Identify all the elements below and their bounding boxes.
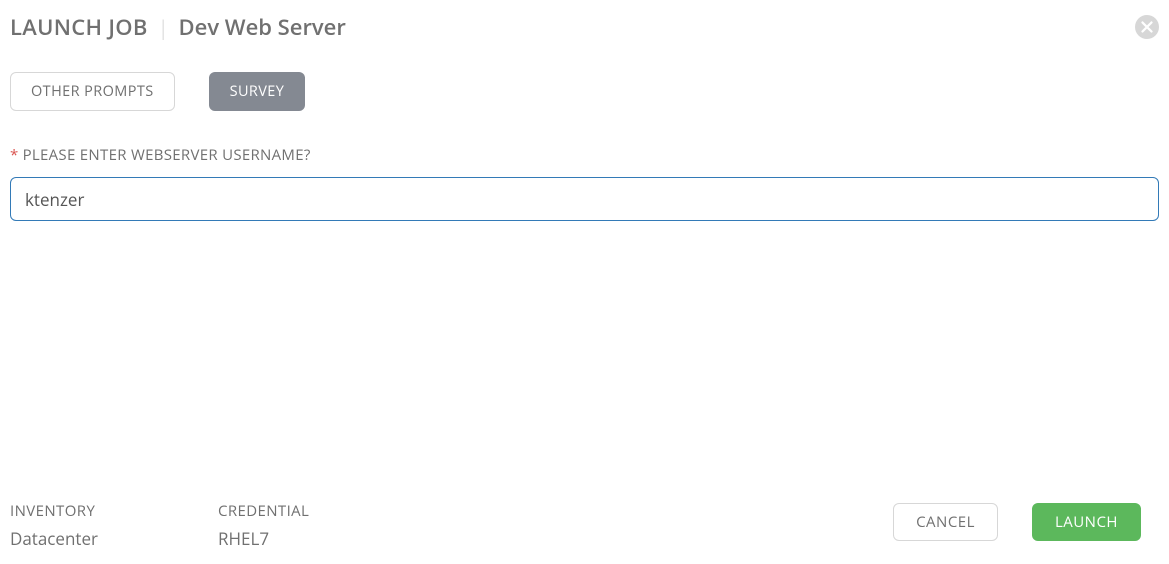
- survey-field-username: * PLEASE ENTER WEBSERVER USERNAME?: [10, 145, 1159, 221]
- username-label: PLEASE ENTER WEBSERVER USERNAME?: [23, 145, 311, 165]
- cancel-button[interactable]: CANCEL: [893, 503, 998, 541]
- tabs: OTHER PROMPTS SURVEY: [10, 72, 1159, 111]
- inventory-value: Datacenter: [10, 527, 98, 550]
- action-group: CANCEL LAUNCH: [893, 501, 1141, 541]
- title-main: LAUNCH JOB: [10, 12, 148, 42]
- credential-label: CREDENTIAL: [218, 501, 309, 521]
- tab-other-prompts[interactable]: OTHER PROMPTS: [10, 72, 175, 111]
- username-input[interactable]: [10, 177, 1159, 221]
- meta-inventory: INVENTORY Datacenter: [10, 501, 98, 550]
- credential-value: RHEL7: [218, 527, 309, 550]
- meta-group: INVENTORY Datacenter CREDENTIAL RHEL7: [10, 501, 309, 550]
- username-label-row: * PLEASE ENTER WEBSERVER USERNAME?: [10, 145, 1159, 165]
- title-group: LAUNCH JOB | Dev Web Server: [10, 12, 346, 42]
- meta-credential: CREDENTIAL RHEL7: [218, 501, 309, 550]
- inventory-label: INVENTORY: [10, 501, 98, 521]
- title-sub: Dev Web Server: [179, 12, 346, 42]
- tab-survey[interactable]: SURVEY: [209, 72, 306, 111]
- launch-button[interactable]: LAUNCH: [1032, 503, 1141, 541]
- required-star-icon: *: [10, 145, 19, 165]
- dialog-header: LAUNCH JOB | Dev Web Server: [10, 12, 1159, 42]
- title-separator: |: [158, 14, 169, 41]
- dialog-footer: INVENTORY Datacenter CREDENTIAL RHEL7 CA…: [10, 501, 1141, 550]
- close-icon[interactable]: [1135, 15, 1159, 39]
